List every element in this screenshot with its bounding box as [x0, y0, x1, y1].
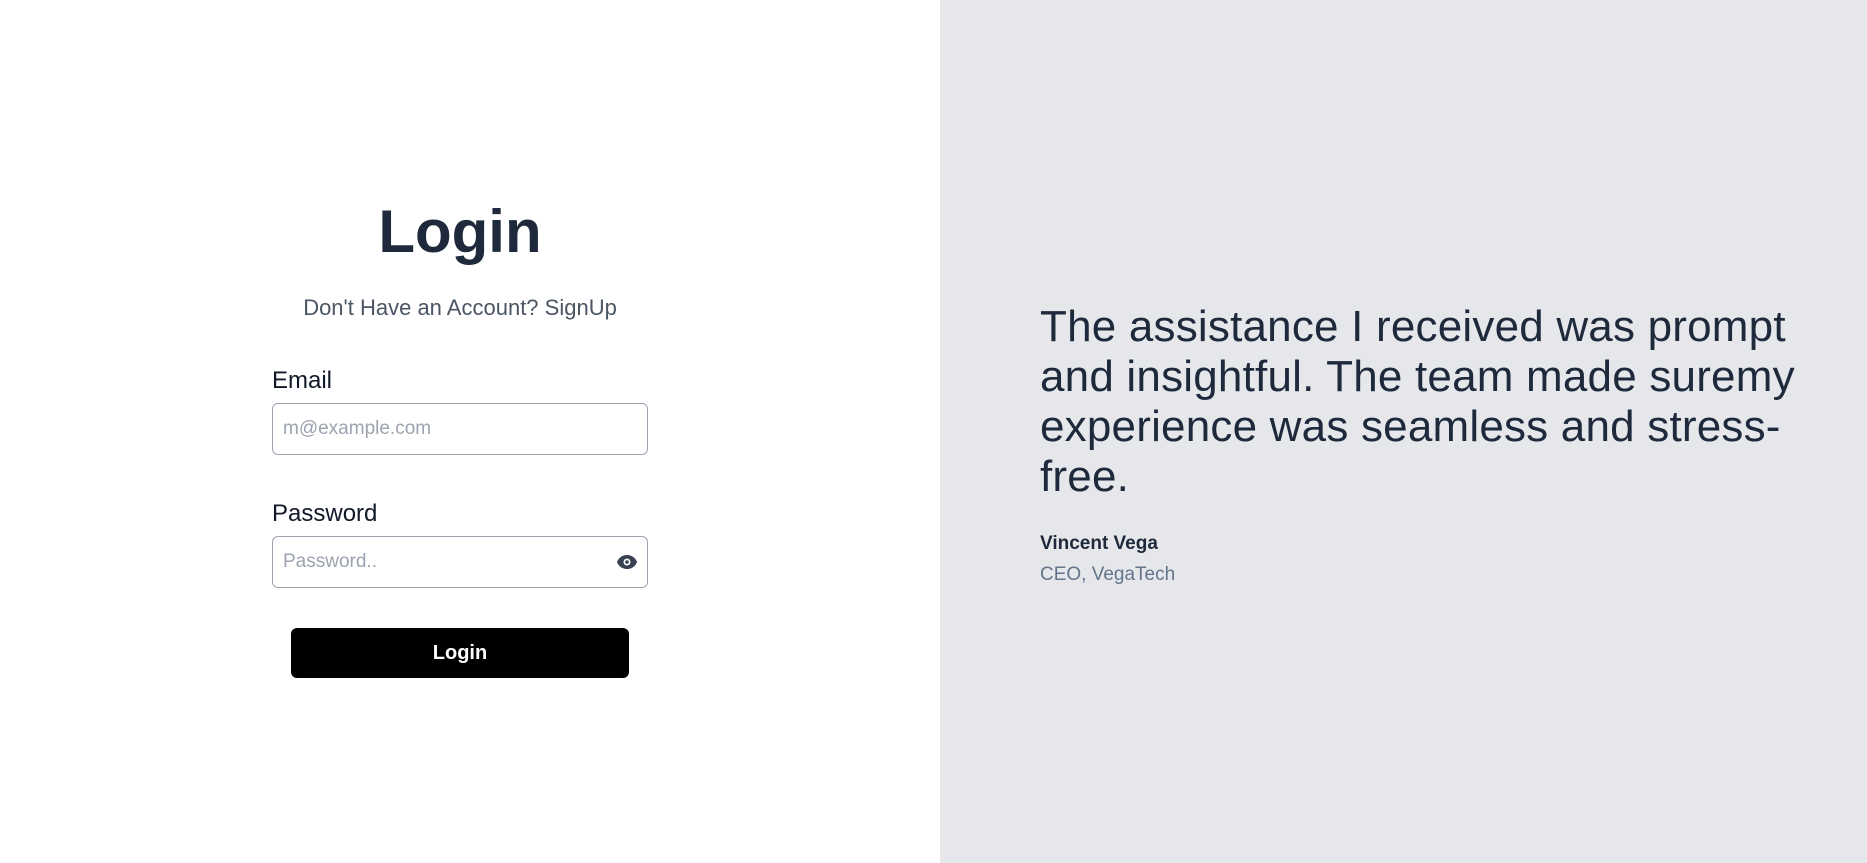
- password-field-wrapper: [272, 536, 648, 588]
- login-button[interactable]: Login: [291, 628, 629, 678]
- eye-icon[interactable]: [614, 549, 640, 575]
- login-form: Login Don't Have an Account? SignUp Emai…: [272, 196, 648, 678]
- testimonial: The assistance I received was prompt and…: [1040, 302, 1810, 587]
- testimonial-author-name: Vincent Vega: [1040, 533, 1158, 554]
- login-page: Login Don't Have an Account? SignUp Emai…: [0, 0, 1867, 863]
- email-label: Email: [272, 367, 333, 394]
- testimonial-panel: The assistance I received was prompt and…: [940, 0, 1867, 863]
- email-field[interactable]: [272, 403, 648, 455]
- password-label: Password: [272, 500, 378, 527]
- signup-link[interactable]: SignUp: [545, 295, 617, 320]
- signup-prompt-text: Don't Have an Account?: [303, 295, 545, 320]
- page-title: Login: [378, 198, 542, 265]
- signup-prompt: Don't Have an Account? SignUp: [272, 294, 648, 322]
- testimonial-author-role: CEO, VegaTech: [1040, 564, 1176, 585]
- email-field-wrapper: [272, 403, 648, 455]
- password-field[interactable]: [272, 536, 648, 588]
- testimonial-quote: The assistance I received was prompt and…: [1040, 302, 1795, 501]
- login-panel: Login Don't Have an Account? SignUp Emai…: [0, 0, 940, 863]
